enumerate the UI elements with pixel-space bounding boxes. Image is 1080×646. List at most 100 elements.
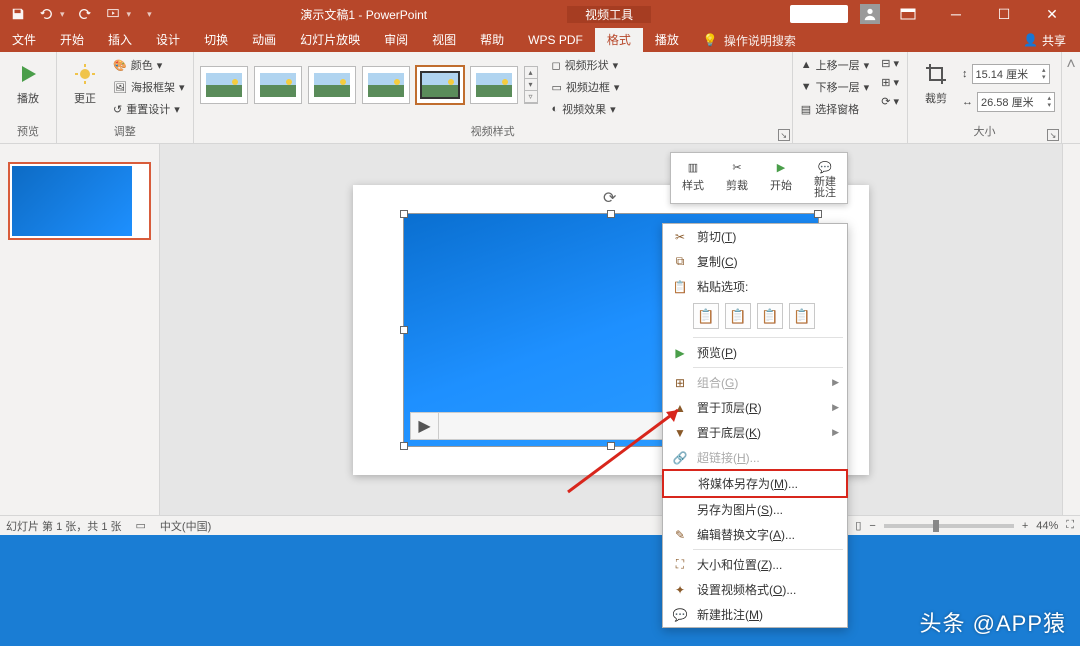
mini-style-button[interactable]: ▥样式 [677, 157, 709, 199]
collapse-ribbon-button[interactable]: ˄ [1062, 52, 1080, 143]
fit-to-window-icon[interactable]: ⛶ [1066, 519, 1074, 532]
ctx-send-back[interactable]: ▼置于底层(K)▶ [663, 420, 847, 445]
resize-handle[interactable] [607, 210, 615, 218]
send-backward-button[interactable]: ▼下移一层 ▾ [799, 78, 871, 96]
tab-help[interactable]: 帮助 [468, 28, 516, 52]
video-effects-button[interactable]: ◐视频效果 ▾ [550, 100, 622, 118]
ctx-size-position[interactable]: ⛶大小和位置(Z)... [663, 552, 847, 577]
tab-format[interactable]: 格式 [595, 28, 643, 52]
ctx-new-comment[interactable]: 💬新建批注(M) [663, 602, 847, 627]
tab-view[interactable]: 视图 [420, 28, 468, 52]
accessibility-icon[interactable]: ▭ [136, 519, 146, 532]
slide-thumbnail-pane[interactable]: 1 * [0, 144, 160, 515]
mini-comment-button[interactable]: 💬新建 批注 [809, 157, 841, 199]
bring-forward-button[interactable]: ▲上移一层 ▾ [799, 56, 871, 74]
ctx-save-media-label: 将媒体另存为(M)... [698, 475, 798, 492]
mini-start-button[interactable]: ▶开始 [765, 157, 797, 199]
ctx-copy[interactable]: ⧉复制(C) [663, 249, 847, 274]
qat-customize-icon[interactable]: ▾ [147, 9, 152, 20]
style-thumb-2[interactable] [254, 66, 302, 104]
reset-design-button[interactable]: ↺重置设计 ▾ [111, 100, 187, 118]
tab-transitions[interactable]: 切换 [192, 28, 240, 52]
resize-handle[interactable] [400, 210, 408, 218]
slide-counter[interactable]: 幻灯片 第 1 张，共 1 张 [6, 518, 122, 534]
style-thumb-1[interactable] [200, 66, 248, 104]
tab-design[interactable]: 设计 [144, 28, 192, 52]
language-status[interactable]: 中文(中国) [160, 518, 211, 534]
resize-handle[interactable] [400, 326, 408, 334]
paste-option-2[interactable]: 📋 [725, 303, 751, 329]
ctx-alt-label: 编辑替换文字(A)... [697, 526, 795, 543]
slideshow-dropdown-icon[interactable]: ▾ [127, 9, 132, 20]
maximize-button[interactable]: ☐ [984, 4, 1024, 24]
zoom-slider[interactable] [884, 524, 1014, 528]
tab-slideshow[interactable]: 幻灯片放映 [288, 28, 372, 52]
poster-label: 海报框架 [131, 79, 175, 95]
close-button[interactable]: ✕ [1032, 4, 1072, 24]
corrections-button[interactable]: 更正 [63, 56, 107, 106]
share-button[interactable]: 👤 共享 [1009, 32, 1080, 49]
group-objects-button[interactable]: ⊞ ▾ [879, 75, 901, 90]
slide-thumbnail-1[interactable]: 1 * [8, 162, 151, 240]
style-thumb-6[interactable] [470, 66, 518, 104]
undo-icon[interactable] [38, 6, 54, 22]
resize-handle[interactable] [607, 442, 615, 450]
redo-icon[interactable] [77, 6, 93, 22]
ctx-save-picture[interactable]: 另存为图片(S)... [663, 497, 847, 522]
zoom-level[interactable]: 44% [1036, 520, 1058, 532]
vertical-scrollbar[interactable] [1062, 144, 1080, 515]
ctx-preview[interactable]: ▶预览(P) [663, 340, 847, 365]
tab-animations[interactable]: 动画 [240, 28, 288, 52]
size-dialog-launcher[interactable]: ↘ [1047, 129, 1059, 141]
color-button[interactable]: 🎨颜色 ▾ [111, 56, 187, 74]
zoom-out-button[interactable]: − [869, 520, 875, 532]
rotate-button[interactable]: ⟳ ▾ [879, 94, 901, 109]
zoom-in-button[interactable]: + [1022, 520, 1028, 532]
undo-dropdown-icon[interactable]: ▾ [60, 9, 65, 20]
paste-option-4[interactable]: 📋 [789, 303, 815, 329]
video-play-button[interactable]: ▶ [411, 412, 439, 440]
save-icon[interactable] [10, 6, 26, 22]
slide-canvas[interactable]: ⟳ ▶ [160, 144, 1062, 515]
crop-button[interactable]: 裁剪 [914, 56, 958, 106]
tab-file[interactable]: 文件 [0, 28, 48, 52]
height-input[interactable]: 15.14 厘米▴▾ [972, 64, 1050, 84]
styles-dialog-launcher[interactable]: ↘ [778, 129, 790, 141]
style-thumb-5[interactable] [416, 66, 464, 104]
resize-handle[interactable] [814, 210, 822, 218]
mini-crop-button[interactable]: ✂剪裁 [721, 157, 753, 199]
rotate-handle-icon[interactable]: ⟳ [603, 188, 619, 204]
minimize-button[interactable]: ─ [936, 4, 976, 24]
tab-playback[interactable]: 播放 [643, 28, 691, 52]
view-slideshow-icon[interactable]: ▯ [855, 519, 861, 532]
tab-review[interactable]: 审阅 [372, 28, 420, 52]
poster-frame-button[interactable]: 🖼海报框架 ▾ [111, 78, 187, 96]
tab-wps-pdf[interactable]: WPS PDF [516, 28, 595, 52]
ctx-alt-text[interactable]: ✎编辑替换文字(A)... [663, 522, 847, 547]
tell-me-search[interactable]: 💡 操作说明搜索 [703, 32, 796, 49]
play-button[interactable]: 播放 [6, 56, 50, 106]
video-border-button[interactable]: ▭视频边框 ▾ [550, 78, 622, 96]
tab-insert[interactable]: 插入 [96, 28, 144, 52]
paste-option-1[interactable]: 📋 [693, 303, 719, 329]
ctx-format-video[interactable]: ✦设置视频格式(O)... [663, 577, 847, 602]
ctx-cut[interactable]: ✂剪切(T) [663, 224, 847, 249]
style-thumb-4[interactable] [362, 66, 410, 104]
user-avatar-icon[interactable] [860, 4, 880, 24]
style-thumb-3[interactable] [308, 66, 356, 104]
account-name-box[interactable] [790, 5, 848, 23]
tab-home[interactable]: 开始 [48, 28, 96, 52]
video-shape-button[interactable]: ◻视频形状 ▾ [550, 56, 622, 74]
ctx-save-media[interactable]: 将媒体另存为(M)... [664, 471, 846, 496]
link-icon: 🔗 [671, 451, 689, 465]
align-button[interactable]: ⊟ ▾ [879, 56, 901, 71]
gallery-more[interactable]: ▴▾▿ [524, 66, 538, 104]
selection-pane-button[interactable]: ▤选择窗格 [799, 100, 871, 118]
paste-option-3[interactable]: 📋 [757, 303, 783, 329]
start-slideshow-icon[interactable] [105, 6, 121, 22]
width-input[interactable]: 26.58 厘米▴▾ [977, 92, 1055, 112]
resize-handle[interactable] [400, 442, 408, 450]
ribbon-display-icon[interactable] [888, 4, 928, 24]
style-gallery[interactable]: ▴▾▿ [200, 56, 538, 104]
ctx-bring-front[interactable]: ▲置于顶层(R)▶ [663, 395, 847, 420]
